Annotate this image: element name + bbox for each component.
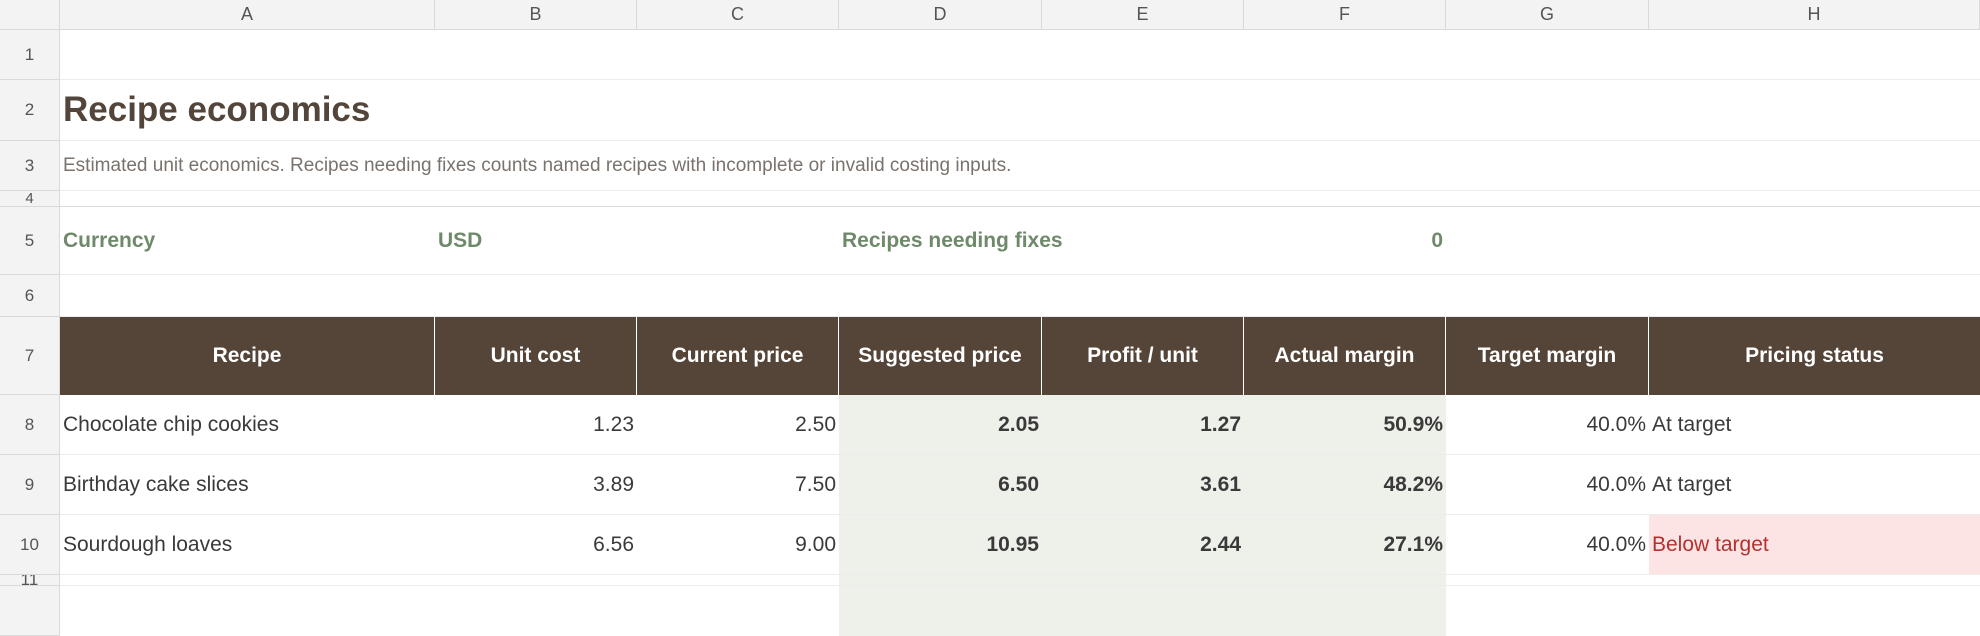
actual-margin-cell[interactable]: 27.1% [1244, 515, 1446, 575]
current-price-cell[interactable]: 7.50 [637, 455, 839, 515]
row-header-11[interactable]: 11 [0, 575, 60, 586]
row-header-7[interactable]: 7 [0, 317, 60, 395]
row-header-9[interactable]: 9 [0, 455, 60, 515]
column-header-c[interactable]: C [637, 0, 839, 30]
target-margin-cell[interactable]: 40.0% [1446, 455, 1649, 515]
recipe-name-cell[interactable]: Chocolate chip cookies [60, 395, 435, 455]
column-header-a[interactable]: A [60, 0, 435, 30]
unit-cost-cell[interactable]: 1.23 [435, 395, 637, 455]
table-header-suggested-price[interactable]: Suggested price [839, 317, 1042, 395]
column-header-g[interactable]: G [1446, 0, 1649, 30]
empty-row-cell[interactable] [60, 191, 1980, 207]
profit-unit-cell[interactable]: 2.44 [1042, 515, 1244, 575]
spreadsheet-grid: A B C D E F G H 1 2 Recipe economics 3 E… [0, 0, 1980, 636]
row-header-2[interactable]: 2 [0, 80, 60, 141]
pricing-status-cell[interactable]: At target [1649, 455, 1980, 515]
recipe-name-cell[interactable]: Sourdough loaves [60, 515, 435, 575]
table-header-pricing-status[interactable]: Pricing status [1649, 317, 1980, 395]
row-header-6[interactable]: 6 [0, 275, 60, 317]
page-subtitle[interactable]: Estimated unit economics. Recipes needin… [60, 141, 1980, 191]
empty-cell[interactable] [60, 586, 839, 636]
actual-margin-cell[interactable]: 50.9% [1244, 395, 1446, 455]
table-header-current-price[interactable]: Current price [637, 317, 839, 395]
suggested-price-cell[interactable]: 10.95 [839, 515, 1042, 575]
row-header-partial [0, 586, 60, 636]
suggested-price-cell[interactable]: 6.50 [839, 455, 1042, 515]
row-header-3[interactable]: 3 [0, 141, 60, 191]
column-header-h[interactable]: H [1649, 0, 1980, 30]
column-header-f[interactable]: F [1244, 0, 1446, 30]
fixes-label[interactable]: Recipes needing fixes [839, 207, 1244, 275]
profit-unit-cell[interactable]: 1.27 [1042, 395, 1244, 455]
table-header-unit-cost[interactable]: Unit cost [435, 317, 637, 395]
empty-cell[interactable] [60, 575, 839, 586]
empty-row-cell[interactable] [60, 275, 1980, 317]
select-all-corner[interactable] [0, 0, 60, 30]
pricing-status-cell[interactable]: Below target [1649, 515, 1980, 575]
table-header-recipe[interactable]: Recipe [60, 317, 435, 395]
empty-cell[interactable] [1446, 207, 1980, 275]
empty-cell[interactable] [1446, 575, 1980, 586]
row-header-4[interactable]: 4 [0, 191, 60, 207]
row-header-5[interactable]: 5 [0, 207, 60, 275]
empty-cell[interactable] [1446, 586, 1980, 636]
column-header-e[interactable]: E [1042, 0, 1244, 30]
target-margin-cell[interactable]: 40.0% [1446, 515, 1649, 575]
unit-cost-cell[interactable]: 3.89 [435, 455, 637, 515]
table-header-actual-margin[interactable]: Actual margin [1244, 317, 1446, 395]
empty-computed-cell[interactable] [839, 575, 1446, 586]
table-header-profit-unit[interactable]: Profit / unit [1042, 317, 1244, 395]
recipe-name-cell[interactable]: Birthday cake slices [60, 455, 435, 515]
empty-row-cell[interactable] [60, 30, 1980, 80]
fixes-value[interactable]: 0 [1244, 207, 1446, 275]
column-header-b[interactable]: B [435, 0, 637, 30]
table-header-target-margin[interactable]: Target margin [1446, 317, 1649, 395]
profit-unit-cell[interactable]: 3.61 [1042, 455, 1244, 515]
actual-margin-cell[interactable]: 48.2% [1244, 455, 1446, 515]
page-title[interactable]: Recipe economics [60, 80, 1980, 141]
column-header-d[interactable]: D [839, 0, 1042, 30]
suggested-price-cell[interactable]: 2.05 [839, 395, 1042, 455]
row-header-10[interactable]: 10 [0, 515, 60, 575]
row-header-8[interactable]: 8 [0, 395, 60, 455]
row-header-1[interactable]: 1 [0, 30, 60, 80]
unit-cost-cell[interactable]: 6.56 [435, 515, 637, 575]
empty-computed-cell[interactable] [839, 586, 1446, 636]
pricing-status-cell[interactable]: At target [1649, 395, 1980, 455]
currency-label[interactable]: Currency [60, 207, 435, 275]
current-price-cell[interactable]: 9.00 [637, 515, 839, 575]
target-margin-cell[interactable]: 40.0% [1446, 395, 1649, 455]
currency-value[interactable]: USD [435, 207, 839, 275]
current-price-cell[interactable]: 2.50 [637, 395, 839, 455]
